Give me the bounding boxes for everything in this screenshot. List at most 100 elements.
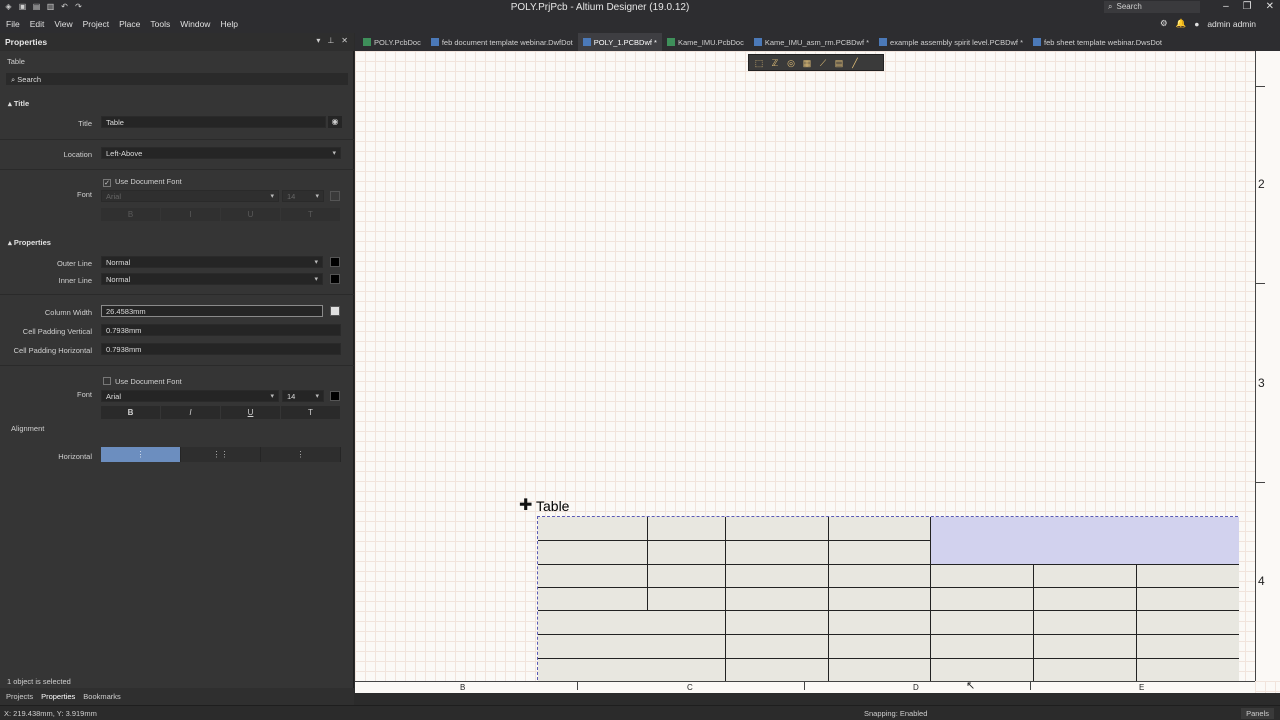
place-view-icon[interactable]: ◎: [785, 57, 797, 69]
properties-section-header[interactable]: ▴ Properties: [8, 238, 51, 247]
tab-projects[interactable]: Projects: [6, 688, 33, 705]
use-document-font-checkbox[interactable]: Use Document Font: [103, 377, 182, 386]
doc-tab-feb-sheet-template[interactable]: feb sheet template webinar.DwsDot: [1028, 33, 1167, 51]
column-width-toggle[interactable]: [330, 306, 340, 316]
panels-button[interactable]: Panels: [1241, 708, 1274, 719]
menu-view[interactable]: View: [54, 19, 72, 29]
inner-line-select[interactable]: Normal ▾: [101, 273, 323, 285]
dimension-icon[interactable]: ⟋: [817, 57, 829, 69]
zone-label-d: D: [913, 683, 919, 692]
underline-button[interactable]: U: [221, 406, 280, 419]
menu-file[interactable]: File: [6, 19, 20, 29]
close-button[interactable]: ✕: [1266, 1, 1274, 12]
place-text-icon[interactable]: ℤ: [769, 57, 781, 69]
column-width-label: Column Width: [44, 308, 92, 317]
sheet-border-right: 2 3 4: [1255, 51, 1280, 681]
title-section-header[interactable]: ▴ Title: [8, 99, 29, 108]
canvas-scroll-strip[interactable]: [355, 693, 1280, 705]
user-avatar-icon[interactable]: ●: [1194, 19, 1199, 29]
tab-properties[interactable]: Properties: [41, 688, 75, 705]
inner-line-label: Inner Line: [58, 276, 92, 285]
alignment-label: Alignment: [11, 424, 45, 433]
pcb-document-icon: [666, 38, 675, 46]
move-handle-icon[interactable]: ✚: [519, 498, 532, 514]
doc-tab-kame-imu-pcbdoc[interactable]: Kame_IMU.PcbDoc: [662, 33, 749, 51]
title-format-buttons: B I U T: [101, 208, 341, 221]
bold-button[interactable]: B: [101, 406, 160, 419]
search-icon: ⌕: [1108, 2, 1113, 11]
select-icon[interactable]: ⬚: [753, 57, 765, 69]
location-select[interactable]: Left-Above ▾: [101, 147, 341, 159]
inner-line-color-swatch[interactable]: [330, 274, 340, 284]
menu-help[interactable]: Help: [220, 19, 237, 29]
bell-icon[interactable]: 🔔: [1176, 18, 1187, 29]
cell-padding-horizontal-input[interactable]: 0.7938mm: [101, 343, 341, 355]
outer-line-label: Outer Line: [56, 259, 92, 268]
title-font-size-select[interactable]: 14 ▾: [282, 190, 324, 202]
bold-button[interactable]: B: [101, 208, 160, 221]
selected-merged-cell[interactable]: [930, 517, 1239, 564]
doc-tab-feb-document-template[interactable]: feb document template webinar.DwfDot: [426, 33, 578, 51]
window-controls: – ❐ ✕: [1223, 1, 1274, 12]
cell-padding-vertical-input[interactable]: 0.7938mm: [101, 324, 341, 336]
placed-table[interactable]: [537, 516, 1239, 681]
doc-tab-example-assembly[interactable]: example assembly spirit level.PCBDwf *: [874, 33, 1028, 51]
draftsman-document-icon: [753, 38, 762, 46]
align-left-button[interactable]: ⋮: [101, 447, 181, 462]
gear-icon[interactable]: ⚙: [1160, 18, 1168, 29]
cell-padding-vertical-label: Cell Padding Vertical: [22, 327, 92, 336]
snapping-status[interactable]: Snapping: Enabled: [864, 709, 927, 718]
align-right-button[interactable]: ⋮: [261, 447, 341, 462]
zone-label-b: B: [460, 683, 466, 692]
menu-project[interactable]: Project: [83, 19, 109, 29]
font-size-select[interactable]: 14 ▾: [282, 390, 324, 402]
chevron-down-icon: ▾: [332, 150, 336, 157]
pin-icon[interactable]: ⊥: [327, 36, 334, 45]
title-font-select[interactable]: Arial ▾: [101, 190, 279, 202]
horizontal-label: Horizontal: [58, 452, 92, 461]
title-font-color-swatch[interactable]: [330, 191, 340, 201]
chevron-down-icon: ▾: [315, 393, 319, 400]
strikethrough-button[interactable]: T: [281, 208, 340, 221]
italic-button[interactable]: I: [161, 208, 220, 221]
strikethrough-button[interactable]: T: [281, 406, 340, 419]
panel-search-input[interactable]: ⌕ Search: [6, 73, 348, 85]
place-table-icon[interactable]: ▦: [801, 57, 813, 69]
doc-tab-poly-pcbdoc[interactable]: POLY.PcbDoc: [358, 33, 426, 51]
font-color-swatch[interactable]: [330, 391, 340, 401]
table-title[interactable]: Table: [536, 498, 569, 514]
chevron-down-icon: ▾: [270, 193, 274, 200]
minimize-button[interactable]: –: [1223, 1, 1229, 12]
title-input[interactable]: Table: [101, 116, 326, 128]
mouse-cursor-icon: ↖: [966, 680, 976, 692]
line-icon[interactable]: ╱: [849, 57, 861, 69]
user-name[interactable]: admin admin: [1207, 19, 1256, 29]
menu-place[interactable]: Place: [119, 19, 140, 29]
grid-table-icon[interactable]: ▤: [833, 57, 845, 69]
menu-bar: File Edit View Project Place Tools Windo…: [0, 15, 1280, 33]
menu-tools[interactable]: Tools: [150, 19, 170, 29]
outer-line-color-swatch[interactable]: [330, 257, 340, 267]
drawing-canvas[interactable]: ⬚ ℤ ◎ ▦ ⟋ ▤ ╱ 2 3 4 B C D E ✚ Table ↖: [355, 51, 1280, 705]
doc-tab-poly-1-pcbdwf[interactable]: POLY_1.PCBDwf *: [577, 33, 662, 51]
italic-button[interactable]: I: [161, 406, 220, 419]
location-label: Location: [63, 150, 92, 159]
maximize-button[interactable]: ❐: [1243, 1, 1252, 12]
doc-tab-kame-imu-asm[interactable]: Kame_IMU_asm_rm.PCBDwf *: [749, 33, 874, 51]
tab-bookmarks[interactable]: Bookmarks: [83, 688, 121, 705]
global-search-input[interactable]: ⌕ Search: [1104, 1, 1200, 13]
title-use-document-font-checkbox[interactable]: ✓ Use Document Font: [103, 177, 182, 187]
font-select[interactable]: Arial ▾: [101, 390, 279, 402]
outer-line-select[interactable]: Normal ▾: [101, 256, 323, 268]
menu-window[interactable]: Window: [180, 19, 210, 29]
menu-edit[interactable]: Edit: [30, 19, 45, 29]
divider: [0, 294, 354, 295]
object-type-label: Table: [7, 57, 25, 66]
underline-button[interactable]: U: [221, 208, 280, 221]
dropdown-icon[interactable]: ▾: [316, 36, 320, 45]
column-width-input[interactable]: 26.4583mm: [101, 305, 323, 317]
altium-designer-window: ◈ ▣ ▤ ▥ ↶ ↷ POLY.PrjPcb - Altium Designe…: [0, 0, 1280, 720]
align-center-button[interactable]: ⋮⋮: [181, 447, 261, 462]
close-icon[interactable]: ✕: [341, 36, 348, 45]
eye-icon[interactable]: ◉: [328, 116, 342, 128]
